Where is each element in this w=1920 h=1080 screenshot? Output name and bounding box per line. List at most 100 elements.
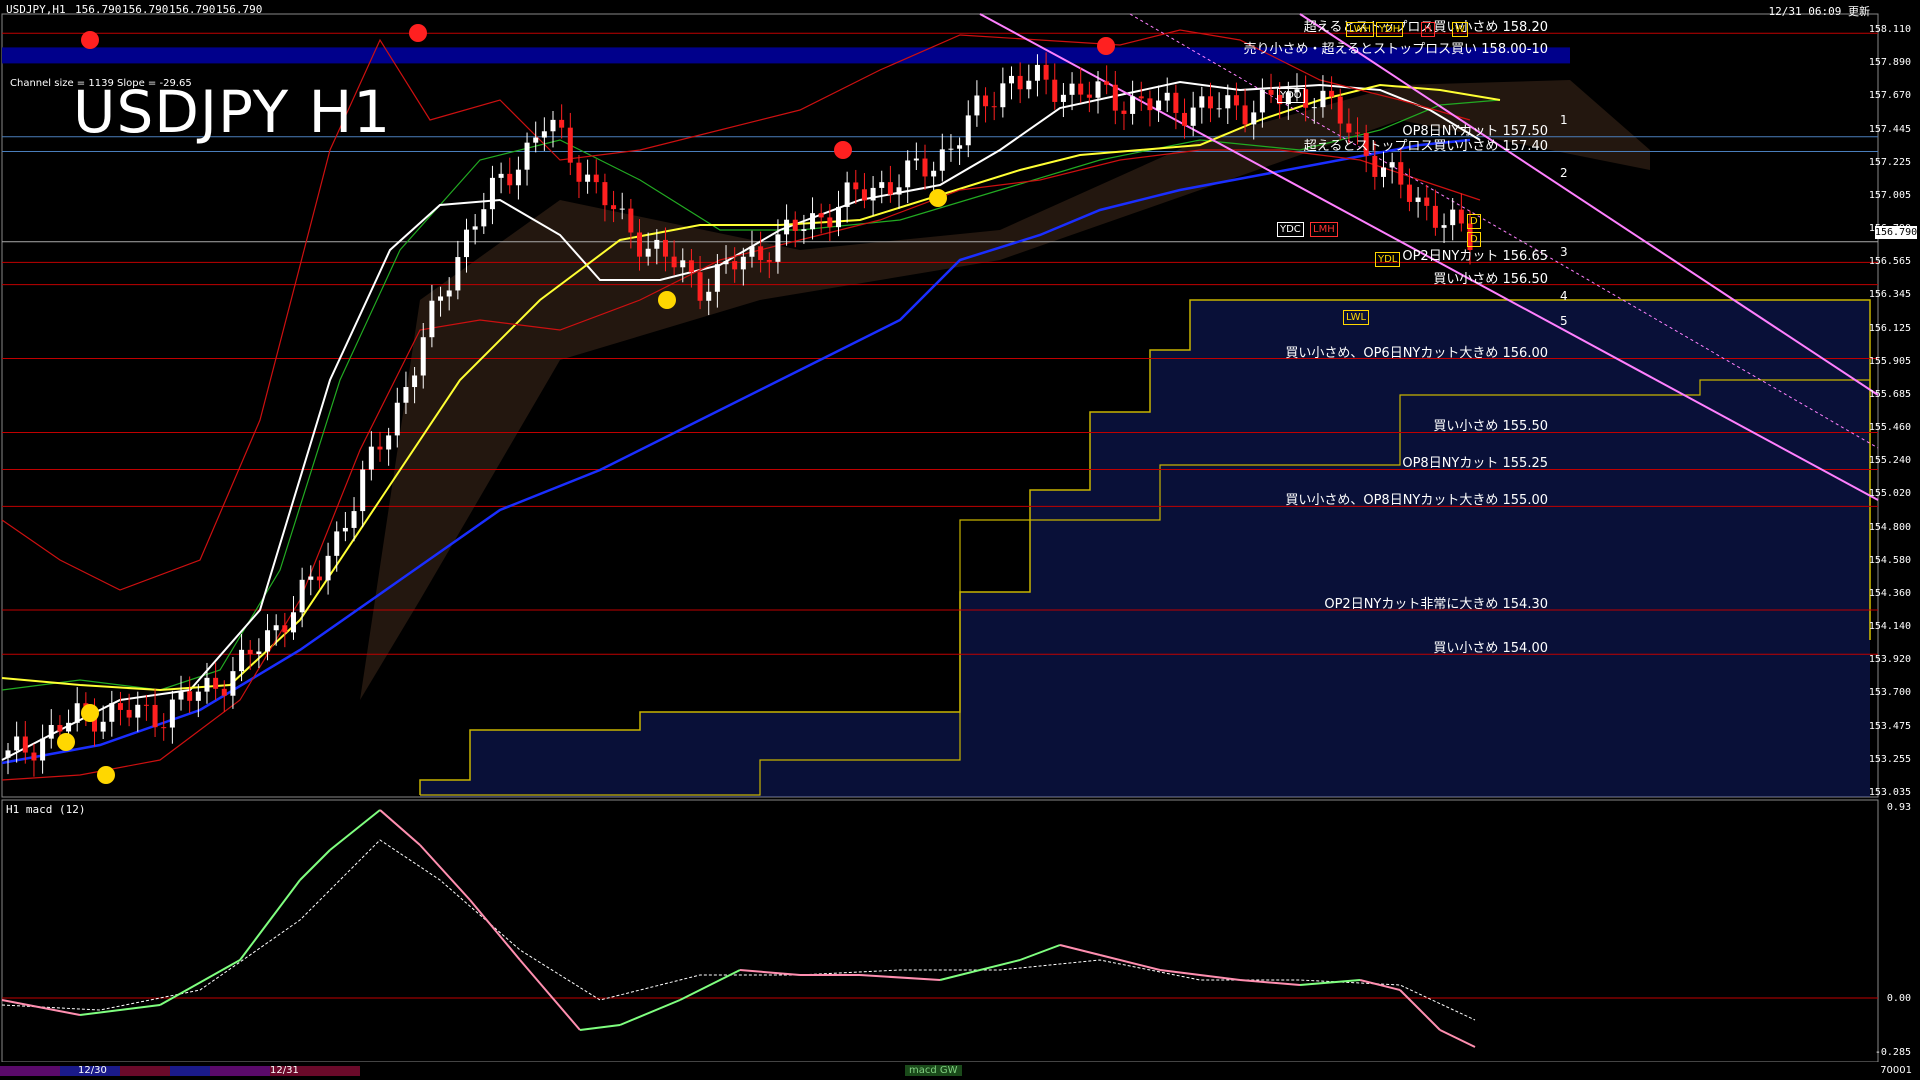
symbol-info: USDJPY,H1 bbox=[6, 3, 66, 16]
candle-body bbox=[1424, 197, 1430, 206]
candle-body bbox=[265, 630, 271, 652]
ohlc-close: 156.790 bbox=[216, 3, 263, 16]
candle-body bbox=[896, 187, 902, 195]
candle-body bbox=[835, 206, 841, 228]
chart-canvas[interactable] bbox=[0, 0, 1920, 1080]
candle-body bbox=[680, 260, 686, 268]
candle-body bbox=[1415, 197, 1421, 202]
candle-body bbox=[1337, 96, 1343, 124]
candle-body bbox=[1182, 112, 1188, 126]
candle-body bbox=[195, 691, 201, 701]
candle-body bbox=[290, 612, 296, 633]
fractal-marker bbox=[409, 24, 427, 42]
candle-body bbox=[991, 106, 997, 108]
date-label-1230: 12/30 bbox=[78, 1065, 107, 1076]
candle-body bbox=[273, 625, 279, 631]
candle-body bbox=[455, 257, 461, 291]
macd-segment bbox=[859, 974, 941, 981]
candle-body bbox=[1095, 81, 1101, 98]
candle-body bbox=[213, 677, 219, 689]
channel-number: 4 bbox=[1560, 289, 1568, 303]
candle-body bbox=[1060, 94, 1066, 102]
candle-body bbox=[1207, 96, 1213, 109]
reference-tag: D bbox=[1467, 214, 1481, 229]
macd-axis-bottom: -0.285 bbox=[1874, 1047, 1911, 1058]
candle-body bbox=[931, 170, 937, 177]
candle-body bbox=[706, 291, 712, 301]
price-axis-tick: 156.345 bbox=[1868, 289, 1911, 301]
price-axis-tick: 154.800 bbox=[1868, 521, 1911, 533]
candle-body bbox=[1441, 225, 1447, 228]
macd-signal bbox=[1, 839, 1476, 1021]
candle-body bbox=[1138, 96, 1144, 99]
candle-body bbox=[472, 226, 478, 230]
candle-body bbox=[1406, 184, 1412, 202]
candle-body bbox=[801, 229, 807, 231]
candle-body bbox=[342, 527, 348, 532]
candle-body bbox=[126, 709, 132, 718]
candle-body bbox=[1432, 205, 1438, 228]
reference-tag: LWL bbox=[1343, 310, 1370, 325]
macd-segment bbox=[379, 809, 421, 846]
price-axis-tick: 157.890 bbox=[1868, 57, 1911, 69]
macd-segment bbox=[579, 1024, 621, 1031]
price-axis-tick: 158.110 bbox=[1868, 24, 1911, 35]
macd-segment bbox=[299, 849, 331, 881]
candle-body bbox=[1190, 107, 1196, 126]
candle-body bbox=[723, 261, 729, 265]
candle-body bbox=[619, 208, 625, 210]
level-label: 買い小さめ、OP8日NYカット大きめ 155.00 bbox=[1285, 493, 1548, 509]
fractal-marker bbox=[81, 704, 99, 722]
candle-body bbox=[403, 387, 409, 403]
candle-body bbox=[135, 704, 141, 718]
candle-body bbox=[818, 213, 824, 218]
reference-tag: YDH bbox=[1376, 22, 1404, 37]
candle-body bbox=[169, 699, 175, 728]
price-axis-tick: 153.475 bbox=[1868, 720, 1911, 732]
candle-body bbox=[1009, 75, 1015, 84]
candle-body bbox=[567, 127, 573, 163]
candle-body bbox=[688, 260, 694, 273]
candle-body bbox=[57, 724, 63, 732]
reference-tag: D bbox=[1467, 232, 1481, 247]
candle-body bbox=[31, 752, 37, 761]
candle-body bbox=[489, 177, 495, 210]
candle-body bbox=[965, 115, 971, 146]
channel-number: 2 bbox=[1560, 166, 1568, 180]
candle-body bbox=[784, 219, 790, 235]
candle-body bbox=[628, 208, 634, 233]
candle-body bbox=[351, 511, 357, 528]
candle-body bbox=[983, 95, 989, 107]
candle-body bbox=[74, 703, 80, 723]
candle-body bbox=[1086, 94, 1092, 98]
candle-body bbox=[507, 173, 513, 186]
price-axis-tick: 157.005 bbox=[1868, 189, 1911, 201]
candle-body bbox=[1164, 92, 1170, 101]
candle-body bbox=[1017, 75, 1023, 90]
price-axis-tick: 153.255 bbox=[1868, 753, 1911, 765]
current-price-badge: 156.790 bbox=[1875, 226, 1918, 239]
candle-body bbox=[1199, 96, 1205, 108]
macd-lines bbox=[1, 809, 1878, 1048]
level-label: 超えるとストップロス買い小さめ 157.40 bbox=[1303, 138, 1548, 154]
candle-body bbox=[1069, 83, 1075, 95]
candle-body bbox=[1130, 96, 1136, 114]
candle-body bbox=[152, 704, 158, 728]
candle-body bbox=[1450, 209, 1456, 226]
candle-body bbox=[239, 649, 245, 672]
ichimoku-cloud bbox=[360, 80, 1871, 797]
candle-body bbox=[671, 256, 677, 268]
candle-body bbox=[593, 174, 599, 183]
price-axis-tick: 155.905 bbox=[1868, 355, 1911, 367]
candle-body bbox=[957, 145, 963, 149]
candle-body bbox=[1112, 84, 1118, 111]
candle-body bbox=[602, 182, 608, 206]
candle-body bbox=[585, 174, 591, 182]
price-axis-tick: 155.020 bbox=[1868, 488, 1911, 500]
macd-axis-zero: 0.00 bbox=[1886, 993, 1911, 1004]
candle-body bbox=[1026, 80, 1032, 90]
candle-body bbox=[48, 724, 54, 739]
candle-body bbox=[714, 264, 720, 292]
bottom-right-text: 70001 bbox=[1880, 1065, 1912, 1076]
fractal-marker bbox=[834, 141, 852, 159]
